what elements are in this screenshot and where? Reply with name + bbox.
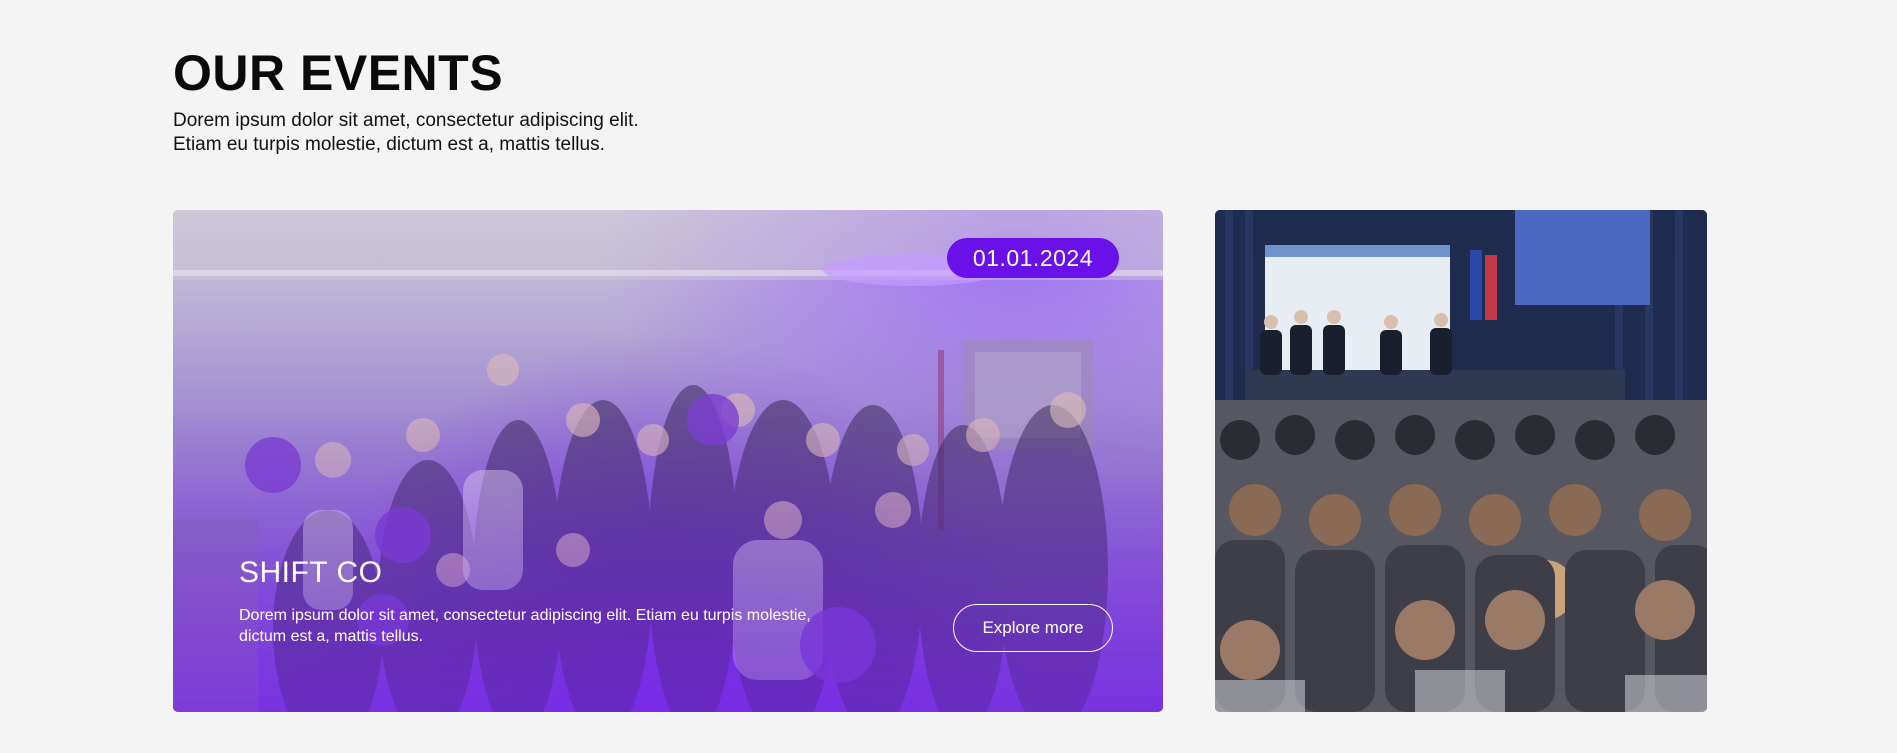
subtitle-line-1: Dorem ipsum dolor sit amet, consectetur … [173,110,639,131]
conference-photo [1215,210,1707,712]
event-description: Dorem ipsum dolor sit amet, consectetur … [239,607,811,645]
featured-event-card[interactable]: 01.01.2024 SHIFT CO Dorem ipsum dolor si… [173,210,1163,712]
secondary-event-card[interactable] [1215,210,1707,712]
subtitle-line-2: Etiam eu turpis molestie, dictum est a, … [173,134,605,155]
explore-more-button[interactable]: Explore more [953,604,1113,652]
section-subtitle: Dorem ipsum dolor sit amet, consectetur … [173,109,893,157]
event-date-badge: 01.01.2024 [946,238,1119,278]
event-title: SHIFT CO [239,556,383,589]
section-title: OUR EVENTS [173,45,504,101]
